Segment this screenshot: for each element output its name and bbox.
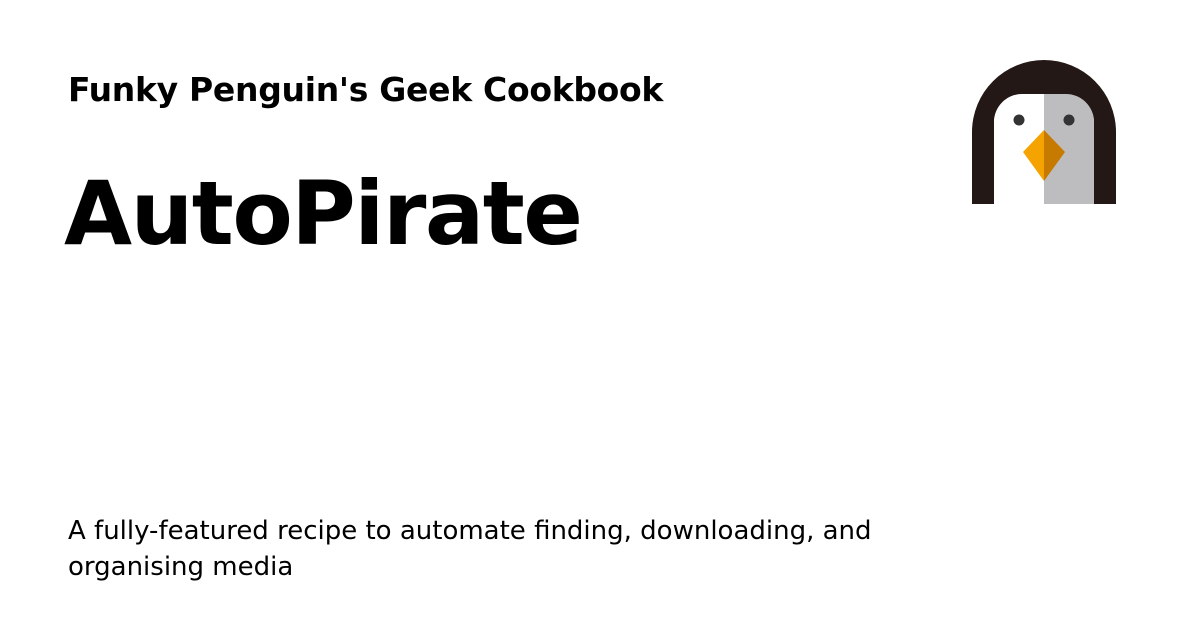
penguin-eye-right <box>1063 114 1075 126</box>
site-name: Funky Penguin's Geek Cookbook <box>68 70 664 109</box>
penguin-logo-icon <box>972 60 1116 204</box>
penguin-eye-left <box>1013 114 1025 126</box>
page-description: A fully-featured recipe to automate find… <box>68 516 872 582</box>
social-card: Funky Penguin's Geek Cookbook AutoPirate… <box>0 0 1200 630</box>
page-title: AutoPirate <box>64 162 583 265</box>
